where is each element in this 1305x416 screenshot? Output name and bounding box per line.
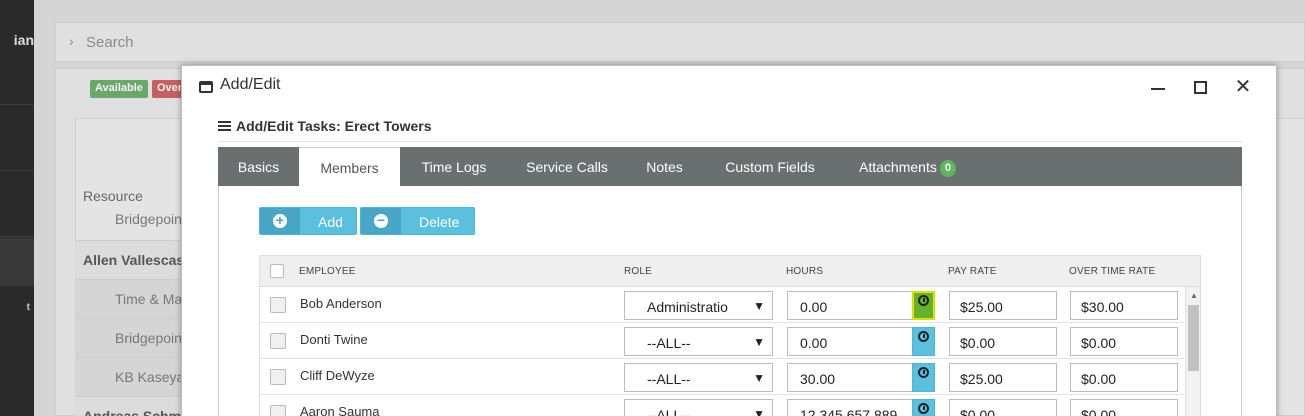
- column-header-overtime-rate[interactable]: OVER TIME RATE: [1069, 266, 1155, 277]
- list-item: Bridgepoint: [115, 211, 186, 227]
- minus-icon: −: [374, 213, 388, 228]
- list-item[interactable]: KB Kaseya: [75, 357, 195, 396]
- clock-icon: [918, 295, 929, 306]
- tab-custom-fields[interactable]: Custom Fields: [703, 147, 837, 186]
- row-checkbox[interactable]: [270, 333, 286, 349]
- add-button-label: Add: [318, 214, 343, 230]
- chevron-right-icon: ›: [69, 33, 74, 49]
- dialog-header[interactable]: Add/Edit ✕: [182, 66, 1276, 108]
- row-checkbox[interactable]: [270, 369, 286, 385]
- table-header: EMPLOYEE ROLE HOURS PAY RATE OVER TIME R…: [260, 256, 1200, 287]
- list-item[interactable]: Time & Ma: [75, 279, 195, 318]
- dropdown-arrow-icon: ▼: [753, 335, 765, 349]
- role-select[interactable]: Administratio ▼: [624, 291, 773, 320]
- tab-bar: Basics Members Time Logs Service Calls N…: [218, 147, 1242, 186]
- time-log-button[interactable]: [912, 363, 935, 392]
- employee-name: Donti Twine: [300, 332, 368, 347]
- tab-basics[interactable]: Basics: [218, 147, 299, 186]
- employee-name: Cliff DeWyze: [300, 368, 375, 383]
- tab-notes[interactable]: Notes: [626, 147, 703, 186]
- list-item[interactable]: Andreas Schm: [75, 396, 195, 416]
- maximize-button[interactable]: [1185, 74, 1215, 100]
- row-checkbox[interactable]: [270, 297, 286, 313]
- overtime-rate-input[interactable]: $30.00: [1070, 291, 1178, 320]
- clock-icon: [918, 331, 929, 342]
- list-icon: [218, 121, 231, 132]
- close-button[interactable]: ✕: [1228, 74, 1258, 100]
- time-log-button[interactable]: [912, 399, 935, 416]
- overtime-rate-input[interactable]: $0.00: [1070, 363, 1178, 392]
- role-select[interactable]: --ALL-- ▼: [624, 399, 773, 416]
- tab-time-logs[interactable]: Time Logs: [400, 147, 508, 186]
- vertical-scrollbar[interactable]: ▲: [1185, 287, 1200, 416]
- column-header-pay-rate[interactable]: PAY RATE: [948, 266, 997, 277]
- left-navigation: ian t: [0, 0, 34, 416]
- employee-name: Aaron Sauma: [300, 404, 380, 416]
- row-checkbox[interactable]: [270, 405, 286, 416]
- clock-icon: [918, 367, 929, 378]
- search-input[interactable]: Search: [86, 34, 134, 51]
- dialog-title: Add/Edit: [220, 76, 281, 93]
- add-edit-dialog: Add/Edit ✕ Add/Edit Tasks: Erect Towers …: [181, 65, 1277, 416]
- list-item[interactable]: Allen Vallescas: [75, 240, 195, 279]
- attachments-count-badge: 0: [939, 160, 956, 177]
- time-log-button[interactable]: [912, 327, 935, 356]
- employee-name: Bob Anderson: [300, 296, 382, 311]
- clock-icon: [918, 403, 929, 414]
- add-member-button[interactable]: + Add: [259, 207, 357, 235]
- dropdown-arrow-icon: ▼: [753, 407, 765, 416]
- select-all-checkbox[interactable]: [270, 264, 284, 278]
- members-table: EMPLOYEE ROLE HOURS PAY RATE OVER TIME R…: [259, 255, 1201, 416]
- resource-column-header: Resource: [83, 188, 143, 204]
- tab-service-calls[interactable]: Service Calls: [508, 147, 626, 186]
- minimize-button[interactable]: [1142, 74, 1172, 100]
- maximize-icon: [1194, 81, 1207, 94]
- nav-divider: [0, 104, 34, 105]
- members-tab-panel: + Add − Delete EMPLOYEE ROLE HOURS PAY R…: [218, 186, 1242, 416]
- section-title: Add/Edit Tasks: Erect Towers: [218, 116, 1242, 142]
- table-row[interactable]: Aaron Sauma --ALL-- ▼ 12,345,657,889 $0.0…: [260, 395, 1184, 416]
- scrollbar-thumb[interactable]: [1188, 305, 1199, 371]
- delete-member-button[interactable]: − Delete: [360, 207, 475, 235]
- close-icon: ✕: [1234, 76, 1252, 98]
- time-log-button[interactable]: [912, 291, 935, 320]
- column-header-hours[interactable]: HOURS: [786, 266, 823, 277]
- nav-divider: [0, 170, 34, 171]
- pay-rate-input[interactable]: $0.00: [949, 399, 1057, 416]
- nav-item-label[interactable]: t: [27, 302, 30, 313]
- overtime-rate-input[interactable]: $0.00: [1070, 327, 1178, 356]
- nav-title: ian: [13, 32, 34, 48]
- minimize-icon: [1151, 88, 1165, 90]
- tab-attachments-label: Attachments: [859, 159, 937, 175]
- nav-divider: [0, 236, 34, 237]
- column-header-employee[interactable]: EMPLOYEE: [299, 266, 356, 277]
- tab-attachments[interactable]: Attachments 0: [837, 147, 978, 186]
- pay-rate-input[interactable]: $25.00: [949, 291, 1057, 320]
- scroll-up-arrow-icon[interactable]: ▲: [1190, 291, 1198, 300]
- nav-item-active[interactable]: [0, 238, 34, 286]
- list-item[interactable]: Bridgepoint: [75, 318, 195, 357]
- table-row[interactable]: Bob Anderson Administratio ▼ 0.00 $25.00 …: [260, 287, 1184, 323]
- pay-rate-input[interactable]: $25.00: [949, 363, 1057, 392]
- delete-button-label: Delete: [419, 214, 460, 230]
- search-bar[interactable]: › Search: [55, 22, 1305, 62]
- overtime-rate-input[interactable]: $0.00: [1070, 399, 1178, 416]
- column-header-role[interactable]: ROLE: [624, 266, 652, 277]
- window-icon: [199, 81, 213, 93]
- role-select[interactable]: --ALL-- ▼: [624, 363, 773, 392]
- section-title-text: Add/Edit Tasks: Erect Towers: [236, 118, 432, 134]
- plus-icon: +: [273, 213, 287, 228]
- table-row[interactable]: Cliff DeWyze --ALL-- ▼ 30.00 $25.00 $0.00: [260, 359, 1184, 395]
- table-row[interactable]: Donti Twine --ALL-- ▼ 0.00 $0.00 $0.00: [260, 323, 1184, 359]
- status-badge-available: Available: [90, 80, 148, 98]
- dropdown-arrow-icon: ▼: [753, 371, 765, 385]
- dropdown-arrow-icon: ▼: [753, 299, 765, 313]
- tab-members[interactable]: Members: [299, 147, 400, 186]
- pay-rate-input[interactable]: $0.00: [949, 327, 1057, 356]
- role-select[interactable]: --ALL-- ▼: [624, 327, 773, 356]
